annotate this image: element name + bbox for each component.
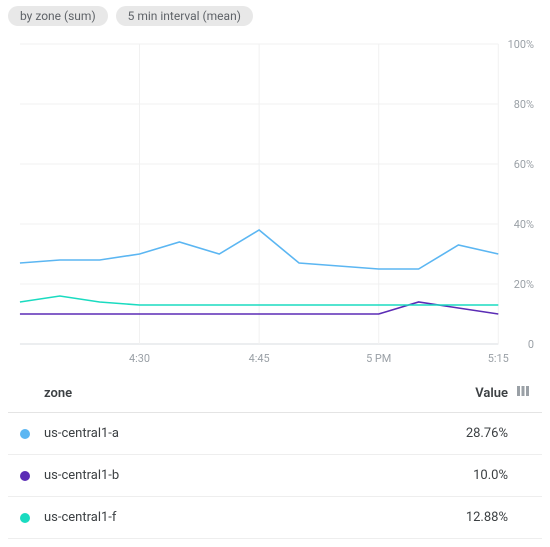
zone-name: us-central1-b [44,468,418,483]
svg-text:40%: 40% [514,218,534,231]
line-chart-svg: 20% 40% 60% 80% 100% 0 4:30 4:45 5 PM 5:15 [12,30,538,370]
chart: 20% 40% 60% 80% 100% 0 4:30 4:45 5 PM 5:15 [12,30,538,370]
series-color-dot [20,471,30,481]
svg-text:60%: 60% [514,158,534,171]
legend-table: zone Value us-central1-a28.76%us-central… [8,374,542,539]
zone-name: us-central1-f [44,510,418,525]
filter-chips: by zone (sum) 5 min interval (mean) [8,6,542,26]
svg-text:0: 0 [528,338,534,351]
zone-name: us-central1-a [44,426,418,441]
table-header: zone Value [8,374,542,413]
chip-by-zone[interactable]: by zone (sum) [8,6,108,26]
series-color-dot [20,513,30,523]
svg-text:100%: 100% [508,38,534,51]
header-zone[interactable]: zone [20,386,418,401]
zone-value: 28.76% [418,426,508,441]
chip-interval[interactable]: 5 min interval (mean) [116,6,253,26]
svg-text:4:30: 4:30 [129,352,150,365]
svg-text:5 PM: 5 PM [366,352,391,365]
svg-text:5:15: 5:15 [488,352,509,365]
table-row[interactable]: us-central1-a28.76% [8,413,542,455]
table-row[interactable]: us-central1-f12.88% [8,497,542,539]
columns-icon[interactable] [508,384,530,402]
svg-text:20%: 20% [514,278,534,291]
table-row[interactable]: us-central1-b10.0% [8,455,542,497]
svg-text:4:45: 4:45 [249,352,270,365]
zone-value: 10.0% [418,468,508,483]
series-color-dot [20,429,30,439]
header-value[interactable]: Value [418,386,508,401]
zone-value: 12.88% [418,510,508,525]
svg-text:80%: 80% [514,98,534,111]
